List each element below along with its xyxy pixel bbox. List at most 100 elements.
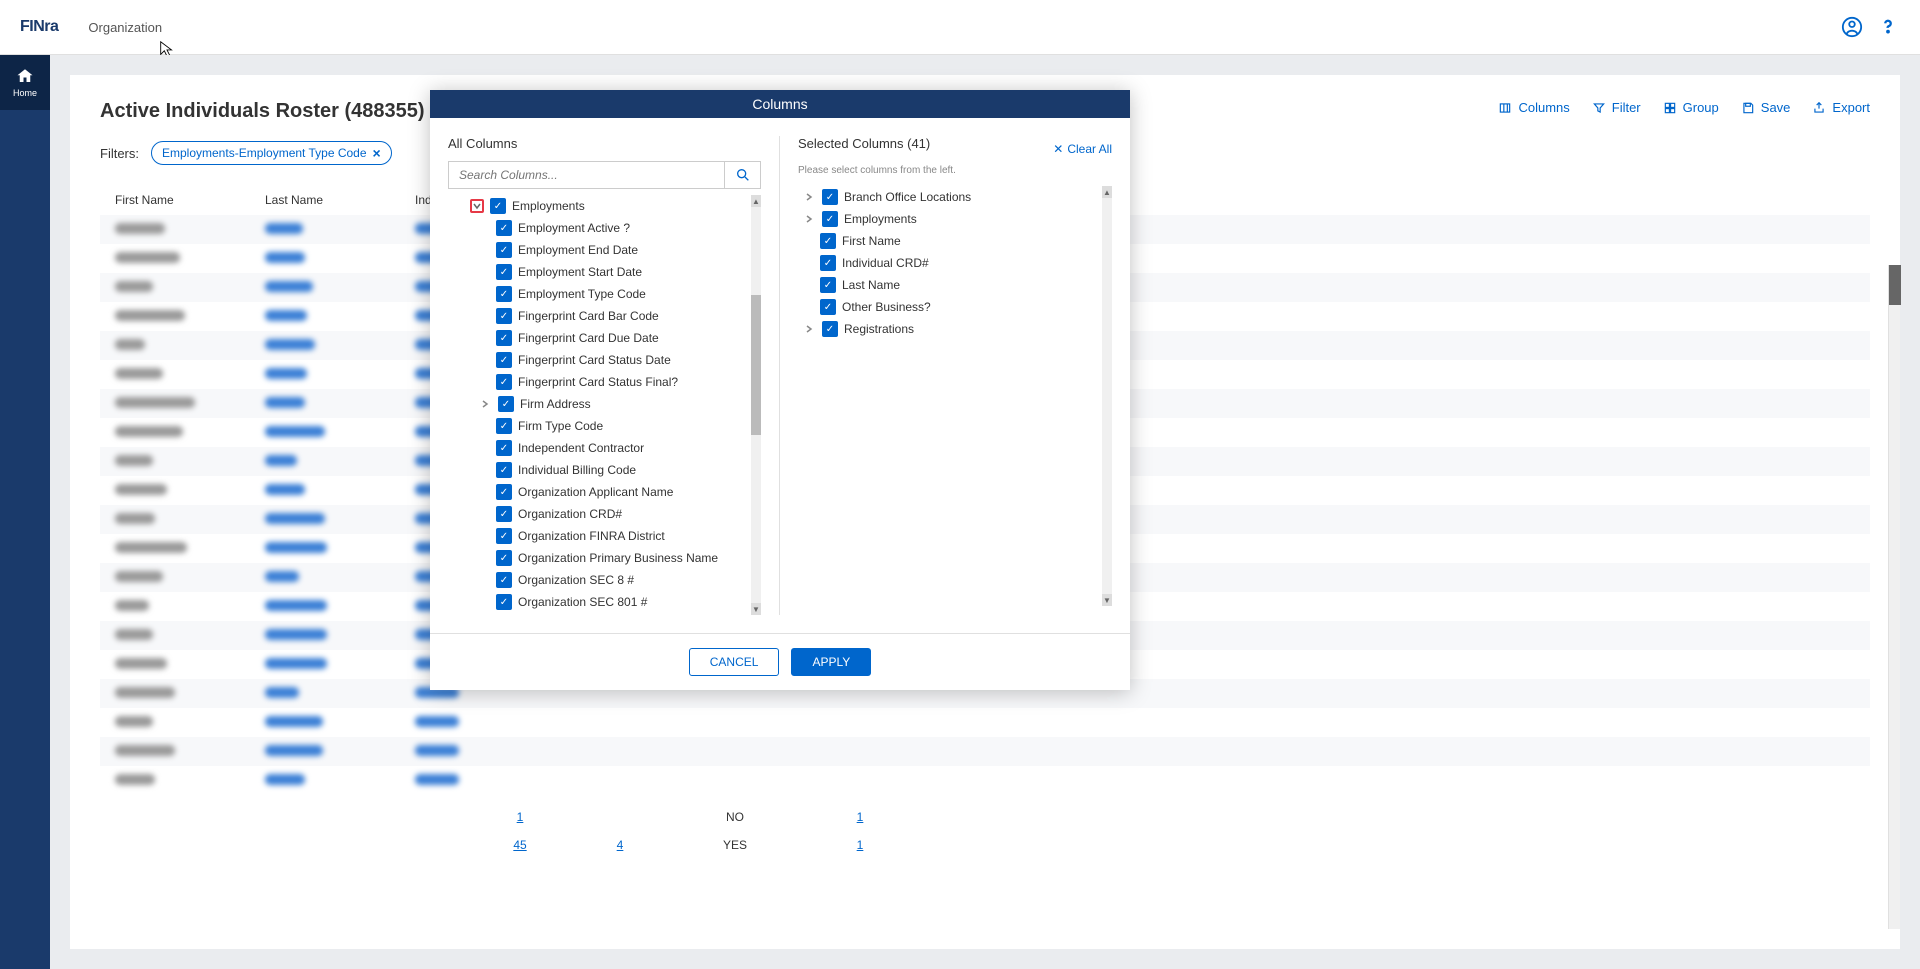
cancel-button[interactable]: CANCEL [689, 648, 780, 676]
scrollbar-thumb[interactable] [751, 295, 761, 435]
summary-link[interactable]: 1 [470, 810, 570, 824]
column-label: Employments [844, 212, 917, 226]
save-action-label: Save [1761, 100, 1791, 115]
selected-column[interactable]: ✓Last Name [798, 274, 1112, 296]
checkbox[interactable]: ✓ [822, 189, 838, 205]
summary-link[interactable]: 1 [800, 810, 920, 824]
column-option[interactable]: ✓Individual Billing Code [448, 459, 761, 481]
checkbox[interactable]: ✓ [496, 264, 512, 280]
column-option[interactable]: ✓Organization Applicant Name [448, 481, 761, 503]
column-option[interactable]: ✓ Organization Primary Business Name [448, 547, 761, 569]
content-scrollbar[interactable] [1888, 265, 1900, 929]
scrollbar-thumb[interactable] [1889, 265, 1901, 305]
checkbox[interactable]: ✓ [822, 321, 838, 337]
columns-icon [1498, 101, 1512, 115]
selected-column[interactable]: ✓Branch Office Locations [798, 186, 1112, 208]
right-list-scrollbar[interactable]: ▲ ▼ [1102, 186, 1112, 606]
scroll-up-icon[interactable]: ▲ [1102, 186, 1112, 198]
chevron-right-icon [804, 324, 814, 334]
checkbox[interactable]: ✓ [496, 440, 512, 456]
column-option[interactable]: ✓Organization CRD# [448, 503, 761, 525]
save-action[interactable]: Save [1741, 100, 1791, 115]
checkbox[interactable]: ✓ [496, 242, 512, 258]
help-icon[interactable] [1876, 15, 1900, 39]
filter-chip-employment-type[interactable]: Employments-Employment Type Code × [151, 141, 392, 165]
checkbox[interactable]: ✓ [496, 308, 512, 324]
checkbox[interactable]: ✓ [496, 572, 512, 588]
scroll-up-icon[interactable]: ▲ [751, 195, 761, 207]
close-icon: ✕ [1053, 142, 1063, 156]
checkbox[interactable]: ✓ [820, 255, 836, 271]
checkbox[interactable]: ✓ [496, 506, 512, 522]
search-columns-input[interactable] [449, 162, 724, 188]
expand-toggle[interactable] [802, 190, 816, 204]
column-option[interactable]: ✓Fingerprint Card Status Final? [448, 371, 761, 393]
column-option[interactable]: ✓Organization FINRA District [448, 525, 761, 547]
user-icon[interactable] [1840, 15, 1864, 39]
checkbox[interactable]: ✓ [820, 277, 836, 293]
search-button[interactable] [724, 162, 760, 188]
column-option[interactable]: ✓Organization SEC 801 # [448, 591, 761, 613]
column-label: Organization Primary Business Name [518, 551, 718, 565]
expand-toggle[interactable] [802, 322, 816, 336]
selected-column[interactable]: ✓Registrations [798, 318, 1112, 340]
selected-column[interactable]: ✓First Name [798, 230, 1112, 252]
expand-employments-toggle[interactable] [470, 199, 484, 213]
checkbox[interactable]: ✓ [496, 550, 512, 566]
filters-label: Filters: [100, 146, 139, 161]
sidebar-home[interactable]: Home [0, 55, 50, 110]
th-last-name[interactable]: Last Name [265, 193, 375, 207]
selected-column[interactable]: ✓Other Business? [798, 296, 1112, 318]
column-option[interactable]: ✓Firm Address [448, 393, 761, 415]
clear-all-label: Clear All [1067, 142, 1112, 156]
column-option[interactable]: ✓Employment Type Code [448, 283, 761, 305]
checkbox[interactable]: ✓ [496, 286, 512, 302]
checkbox[interactable]: ✓ [496, 462, 512, 478]
column-option[interactable]: ✓ Fingerprint Card Due Date [448, 327, 761, 349]
column-option[interactable]: ✓Organization SEC 8 # [448, 569, 761, 591]
checkbox-employments[interactable]: ✓ [490, 198, 506, 214]
column-option[interactable]: ✓Employment End Date [448, 239, 761, 261]
clear-all-link[interactable]: ✕ Clear All [1053, 142, 1112, 156]
columns-action[interactable]: Columns [1498, 100, 1569, 115]
finra-logo: FINra [20, 18, 58, 36]
checkbox[interactable]: ✓ [496, 220, 512, 236]
th-first-name[interactable]: First Name [115, 193, 225, 207]
selected-column[interactable]: ✓Individual CRD# [798, 252, 1112, 274]
checkbox[interactable]: ✓ [496, 418, 512, 434]
checkbox[interactable]: ✓ [498, 396, 514, 412]
expand-toggle[interactable] [802, 212, 816, 226]
checkbox[interactable]: ✓ [496, 528, 512, 544]
expand-toggle[interactable] [478, 397, 492, 411]
checkbox[interactable]: ✓ [820, 299, 836, 315]
export-action[interactable]: Export [1812, 100, 1870, 115]
summary-link[interactable]: 1 [800, 838, 920, 852]
summary-link[interactable]: 4 [570, 838, 670, 852]
checkbox[interactable]: ✓ [822, 211, 838, 227]
column-option[interactable]: ✓Fingerprint Card Status Date [448, 349, 761, 371]
column-label: Firm Type Code [518, 419, 603, 433]
apply-button[interactable]: APPLY [791, 648, 871, 676]
group-action[interactable]: Group [1663, 100, 1719, 115]
checkbox[interactable]: ✓ [496, 352, 512, 368]
column-option[interactable]: ✓Fingerprint Card Bar Code [448, 305, 761, 327]
filter-action[interactable]: Filter [1592, 100, 1641, 115]
column-option[interactable]: ✓Employment Active ? [448, 217, 761, 239]
close-icon[interactable]: × [373, 145, 381, 161]
left-list-scrollbar[interactable]: ▲ ▼ [751, 195, 761, 615]
group-action-label: Group [1683, 100, 1719, 115]
checkbox[interactable]: ✓ [496, 330, 512, 346]
column-option[interactable]: ✓ Firm Type Code [448, 415, 761, 437]
table-row [100, 766, 1870, 795]
scroll-down-icon[interactable]: ▼ [751, 603, 761, 615]
selected-column[interactable]: ✓ Employments [798, 208, 1112, 230]
scroll-down-icon[interactable]: ▼ [1102, 594, 1112, 606]
checkbox[interactable]: ✓ [820, 233, 836, 249]
column-label: Fingerprint Card Due Date [518, 331, 659, 345]
checkbox[interactable]: ✓ [496, 594, 512, 610]
column-option[interactable]: ✓Employment Start Date [448, 261, 761, 283]
checkbox[interactable]: ✓ [496, 484, 512, 500]
summary-link[interactable]: 45 [470, 838, 570, 852]
checkbox[interactable]: ✓ [496, 374, 512, 390]
column-option[interactable]: ✓Independent Contractor [448, 437, 761, 459]
